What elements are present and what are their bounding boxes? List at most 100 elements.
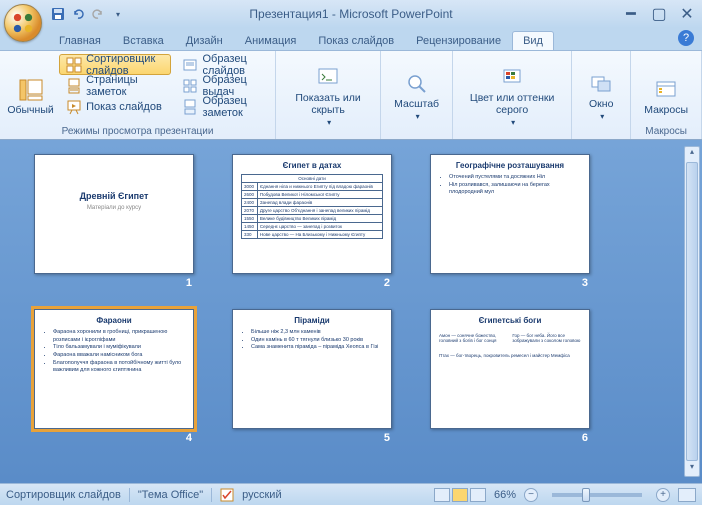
tab-view[interactable]: Вид [512,31,554,50]
slideshow-view-icon[interactable] [470,488,486,502]
zoom-button[interactable]: Масштаб ▾ [387,54,446,139]
slide-thumbnail[interactable]: Єгипет в датах Основні дати3000Єднання н… [232,154,392,289]
zoom-value[interactable]: 66% [494,489,516,501]
slide-sorter-workspace[interactable]: Древній Єгипет Матеріали до курсу 1 Єгипе… [0,140,702,483]
slide-number: 6 [582,432,588,444]
slideshow-icon [66,99,82,115]
notes-master-button[interactable]: Образец заметок [175,96,269,117]
tab-review[interactable]: Рецензирование [405,31,512,50]
notes-master-label: Образец заметок [202,95,262,119]
status-bar: Сортировщик слайдов "Тема Office" русски… [0,483,702,505]
slide-number: 5 [384,432,390,444]
handout-master-icon [182,78,198,94]
status-mode: Сортировщик слайдов [6,489,121,501]
spellcheck-icon[interactable] [220,488,234,502]
slide-title: Древній Єгипет [43,191,185,201]
chevron-down-icon: ▾ [511,118,515,127]
slide-master-button[interactable]: Образец слайдов [175,54,269,75]
slide-thumbnail[interactable]: Єгипетські боги Амон — сонячне божество,… [430,309,590,444]
office-button[interactable] [4,4,42,42]
color-label: Цвет или оттенки серого [466,92,558,116]
chevron-down-icon: ▾ [416,112,420,121]
close-icon[interactable]: ✕ [676,6,698,22]
slide-content: Амон — сонячне божество, головний з богі… [439,333,581,343]
color-grayscale-button[interactable]: Цвет или оттенки серого ▾ [459,54,565,139]
window-icon [589,72,613,96]
slide-thumbnail[interactable]: Фараони Фараона хоронили в гробниці, при… [34,309,194,444]
zoom-slider[interactable] [552,493,642,497]
slide-bullets: Більше ніж 2,3 млн каменівОдин камінь в … [241,329,383,352]
ribbon-tabs: Главная Вставка Дизайн Анимация Показ сл… [0,28,702,50]
slideshow-button[interactable]: Показ слайдов [59,96,171,117]
slide-number: 4 [186,432,192,444]
show-hide-icon [316,66,340,90]
group-label-views: Режимы просмотра презентации [0,126,275,137]
slide-bullets: Оточений пустелями та досяжних НілНіл ро… [439,174,581,197]
help-icon[interactable]: ? [678,30,694,46]
zoom-label: Масштаб [394,98,439,110]
slide-sorter-icon [66,57,82,73]
maximize-icon[interactable]: ▢ [648,6,670,22]
zoom-out-button[interactable]: − [524,488,538,502]
zoom-in-button[interactable]: + [656,488,670,502]
status-language[interactable]: русский [242,489,281,501]
slide-thumbnail[interactable]: Древній Єгипет Матеріали до курсу 1 [34,154,194,289]
slide-content: Птах — бог-творець, покровитель ремесел … [439,353,581,358]
slide-number: 2 [384,277,390,289]
show-hide-label: Показать или скрыть [289,92,367,116]
redo-icon[interactable] [90,6,106,22]
color-icon [500,66,524,90]
handout-master-button[interactable]: Образец выдач [175,75,269,96]
show-hide-button[interactable]: Показать или скрыть ▾ [282,54,374,139]
undo-icon[interactable] [70,6,86,22]
slide-title: Географічне розташування [439,161,581,170]
normal-view-icon [19,78,43,102]
notes-page-button[interactable]: Страницы заметок [59,75,171,96]
notes-master-icon [182,99,198,115]
slide-grid: Древній Єгипет Матеріали до курсу 1 Єгипе… [34,154,668,444]
notes-page-icon [66,78,82,94]
window-label: Окно [589,98,613,110]
slide-thumbnail[interactable]: Піраміди Більше ніж 2,3 млн каменівОдин … [232,309,392,444]
qat-dropdown-icon[interactable]: ▾ [110,6,126,22]
window-button[interactable]: Окно ▾ [578,54,624,139]
minimize-icon[interactable]: ━ [620,6,642,22]
slide-title: Єгипет в датах [241,161,383,170]
scroll-thumb[interactable] [686,162,698,461]
view-switcher [434,488,486,502]
scroll-down-icon[interactable]: ▾ [685,462,699,476]
slide-master-icon [182,57,198,73]
window-title: Презентация1 - Microsoft PowerPoint [249,7,452,21]
slide-title: Фараони [43,316,185,325]
status-theme: "Тема Office" [138,489,203,501]
chevron-down-icon: ▾ [600,112,604,121]
slide-number: 1 [186,277,192,289]
fit-to-window-button[interactable] [678,488,696,502]
sorter-view-icon[interactable] [452,488,468,502]
slide-title: Піраміди [241,316,383,325]
normal-view-icon[interactable] [434,488,450,502]
slide-table: Основні дати3000Єднання ніла и нижнього … [241,174,383,239]
slide-title: Єгипетські боги [439,316,581,325]
slide-number: 3 [582,277,588,289]
tab-slideshow[interactable]: Показ слайдов [307,31,405,50]
tab-insert[interactable]: Вставка [112,31,175,50]
title-bar: ▾ Презентация1 - Microsoft PowerPoint ━ … [0,0,702,28]
slide-sorter-button[interactable]: Сортировщик слайдов [59,54,171,75]
notes-page-label: Страницы заметок [86,74,164,98]
slide-bullets: Фараона хоронили в гробниці, прикрашеною… [43,329,185,375]
tab-design[interactable]: Дизайн [175,31,234,50]
zoom-slider-thumb[interactable] [582,488,590,502]
vertical-scrollbar[interactable]: ▴ ▾ [684,146,700,477]
ribbon: Обычный Сортировщик слайдов Страницы зам… [0,50,702,140]
slide-subtitle: Матеріали до курсу [43,205,185,211]
group-label-macros: Макросы [631,126,701,137]
slide-thumbnail[interactable]: Географічне розташування Оточений пустел… [430,154,590,289]
save-icon[interactable] [50,6,66,22]
zoom-icon [405,72,429,96]
tab-animation[interactable]: Анимация [234,31,308,50]
tab-home[interactable]: Главная [48,31,112,50]
slideshow-label: Показ слайдов [86,101,162,113]
chevron-down-icon: ▾ [327,118,331,127]
scroll-up-icon[interactable]: ▴ [685,147,699,161]
